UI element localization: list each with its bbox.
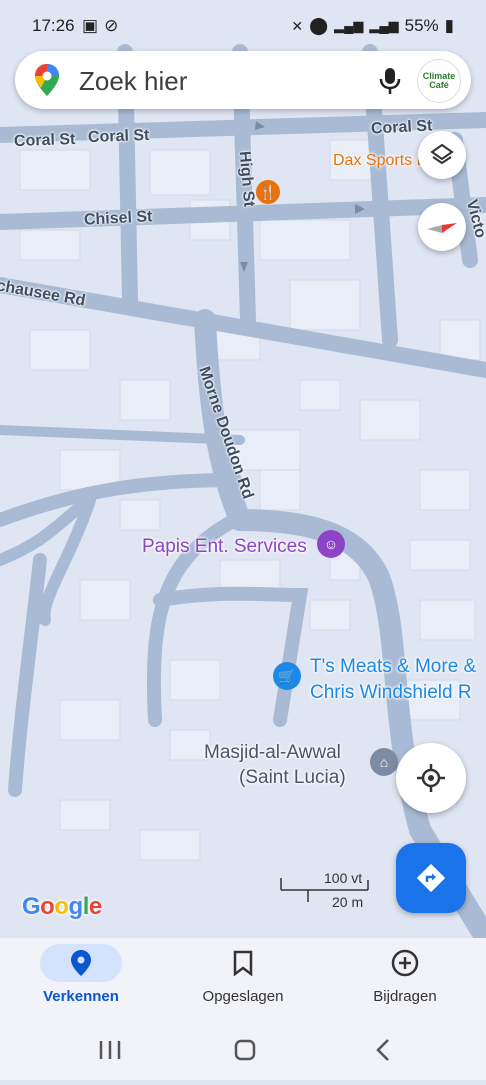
- back-icon[interactable]: [376, 1039, 389, 1061]
- status-time: 17:26: [32, 16, 75, 35]
- directions-icon: [416, 863, 446, 893]
- home-icon[interactable]: [234, 1039, 256, 1061]
- scale-metric: 20 m: [332, 894, 364, 910]
- nav-label: Verkennen: [43, 988, 119, 1005]
- search-bar[interactable]: Zoek hier Climate Café: [15, 51, 471, 109]
- poi-label[interactable]: T's Meats & More &: [310, 656, 476, 678]
- nav-label: Bijdragen: [373, 988, 437, 1005]
- maps-pin-icon: [35, 64, 59, 101]
- status-right: ✕ ⬤ ▂▄▆ ▂▄▆ 55% ▮: [291, 16, 454, 36]
- poi-label[interactable]: (Saint Lucia): [239, 767, 346, 789]
- status-bar: 17:26 ▣ ⊘ ✕ ⬤ ▂▄▆ ▂▄▆ 55% ▮: [0, 0, 486, 52]
- mosque-icon[interactable]: ⌂: [370, 748, 398, 776]
- location-icon: ⬤: [309, 16, 329, 35]
- my-location-button[interactable]: [396, 743, 466, 813]
- add-circle-icon: [391, 949, 419, 977]
- avatar[interactable]: Climate Café: [417, 59, 461, 103]
- nav-icon-wrap: [364, 944, 446, 982]
- theater-icon[interactable]: ☺: [317, 530, 345, 558]
- poi-label[interactable]: Dax Sports L: [333, 152, 425, 170]
- street-label: Chisel St: [83, 208, 153, 229]
- restaurant-icon[interactable]: 🍴: [256, 180, 280, 204]
- directions-button[interactable]: [396, 843, 466, 913]
- microphone-icon[interactable]: [379, 67, 401, 100]
- mute-icon: ✕: [291, 17, 304, 34]
- scale-bar: 100 vt 20 m: [280, 870, 370, 910]
- nav-active-indicator: [40, 944, 122, 982]
- battery-level: 55%: [404, 16, 439, 35]
- poi-label[interactable]: Masjid-al-Awwal: [204, 742, 341, 764]
- battery-icon: ▮: [444, 16, 454, 35]
- street-label: Coral St: [87, 126, 150, 147]
- search-input[interactable]: Zoek hier: [79, 66, 187, 97]
- nav-saved[interactable]: Opgeslagen: [162, 938, 324, 1020]
- poi-label[interactable]: Chris Windshield R: [310, 682, 472, 704]
- street-label: Coral St: [370, 117, 433, 138]
- image-icon: ▣: [82, 16, 99, 35]
- system-navigation-bar: [0, 1020, 486, 1080]
- google-logo: Google: [22, 893, 102, 920]
- nav-label: Opgeslagen: [202, 988, 284, 1005]
- notification-icons: ▣ ⊘: [82, 16, 118, 36]
- shopping-cart-icon[interactable]: 🛒: [273, 662, 301, 690]
- signal-icon: ▂▄▆: [334, 18, 364, 33]
- crosshair-icon: [417, 764, 445, 792]
- nav-icon-wrap: [202, 944, 284, 982]
- video-off-icon: ⊘: [104, 16, 119, 35]
- street-label: Coral St: [13, 130, 76, 151]
- recents-icon[interactable]: [99, 1041, 121, 1059]
- bottom-navigation: Verkennen Opgeslagen Bijdragen: [0, 938, 486, 1020]
- compass-button[interactable]: [418, 203, 466, 251]
- layers-icon: [430, 143, 454, 165]
- bookmark-icon: [233, 950, 253, 976]
- poi-label[interactable]: Papis Ent. Services: [142, 536, 307, 558]
- scale-imperial: 100 vt: [324, 870, 363, 886]
- nav-explore[interactable]: Verkennen: [0, 938, 162, 1020]
- compass-icon: [427, 223, 457, 233]
- nav-contribute[interactable]: Bijdragen: [324, 938, 486, 1020]
- location-pin-icon: [71, 950, 91, 976]
- signal-icon: ▂▄▆: [369, 18, 399, 33]
- layers-button[interactable]: [418, 131, 466, 179]
